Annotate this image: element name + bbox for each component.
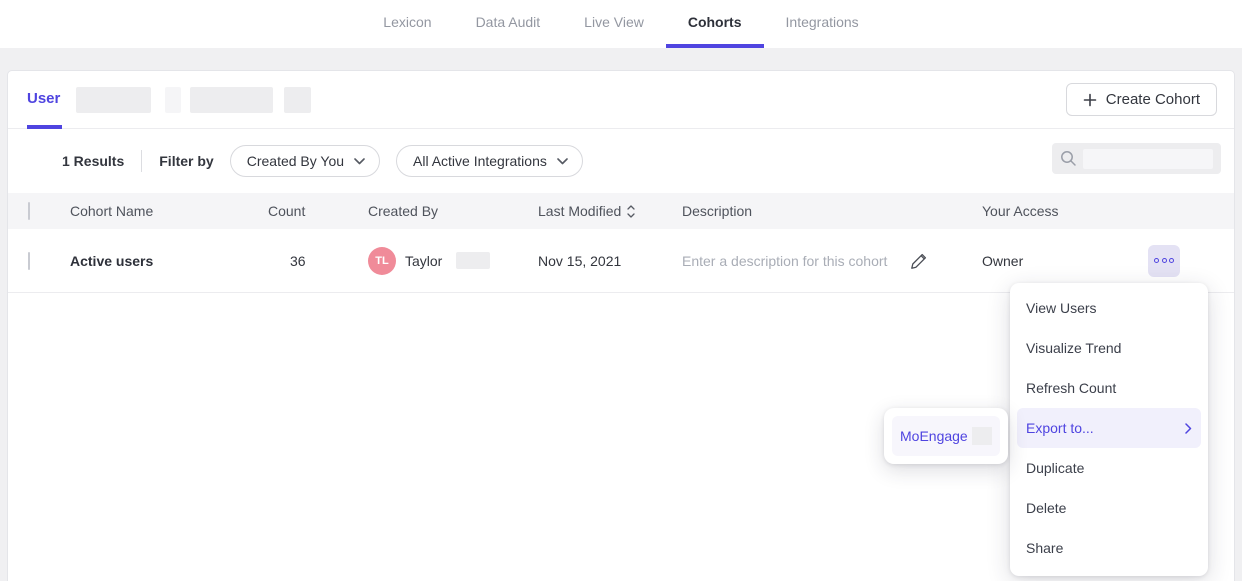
- menu-item-visualize-trend[interactable]: Visualize Trend: [1017, 328, 1201, 368]
- redacted-tab: [76, 87, 151, 113]
- export-submenu: MoEngage: [884, 408, 1008, 464]
- chevron-down-icon: [557, 158, 568, 165]
- redacted-tab: [284, 87, 311, 113]
- tab-user[interactable]: User: [27, 71, 62, 129]
- table-header: Cohort Name Count Created By Last Modifi…: [8, 193, 1234, 229]
- integrations-dropdown[interactable]: All Active Integrations: [396, 145, 583, 177]
- menu-item-export-to[interactable]: Export to...: [1017, 408, 1201, 448]
- redacted-search-text: [1083, 149, 1213, 169]
- access-level: Owner: [982, 253, 1148, 269]
- cohort-count: 36: [268, 253, 368, 269]
- search-input[interactable]: [1052, 143, 1221, 174]
- last-modified-date: Nov 15, 2021: [538, 253, 682, 269]
- dots-icon: [1154, 258, 1159, 263]
- menu-item-duplicate[interactable]: Duplicate: [1017, 448, 1201, 488]
- menu-item-refresh-count[interactable]: Refresh Count: [1017, 368, 1201, 408]
- tab-live-view[interactable]: Live View: [562, 0, 666, 48]
- redacted-tab: [165, 87, 181, 113]
- filter-bar: 1 Results Filter by Created By You All A…: [8, 129, 1234, 193]
- cohort-name[interactable]: Active users: [70, 253, 268, 269]
- create-cohort-button[interactable]: Create Cohort: [1066, 83, 1217, 116]
- search-icon: [1060, 150, 1077, 167]
- results-count: 1 Results: [62, 153, 124, 169]
- row-actions-button[interactable]: [1148, 245, 1180, 277]
- tab-lexicon[interactable]: Lexicon: [361, 0, 453, 48]
- col-header-description: Description: [682, 203, 982, 219]
- chevron-right-icon: [1185, 423, 1192, 434]
- filter-by-label: Filter by: [159, 153, 213, 169]
- tab-integrations[interactable]: Integrations: [764, 0, 881, 48]
- sort-icon: [627, 205, 635, 218]
- redacted-tab: [190, 87, 273, 113]
- created-by-dropdown[interactable]: Created By You: [230, 145, 380, 177]
- created-by-dropdown-value: Created By You: [247, 153, 344, 169]
- col-header-created-by: Created By: [368, 203, 538, 219]
- top-navigation: Lexicon Data Audit Live View Cohorts Int…: [0, 0, 1242, 48]
- divider: [141, 150, 142, 172]
- submenu-item-moengage[interactable]: MoEngage: [892, 416, 1000, 456]
- redacted-surname: [456, 252, 490, 269]
- avatar: TL: [368, 247, 396, 275]
- row-actions-menu: View Users Visualize Trend Refresh Count…: [1010, 283, 1208, 576]
- col-header-last-modified[interactable]: Last Modified: [538, 203, 682, 219]
- cohort-type-tabs: User Create Cohort: [8, 71, 1234, 129]
- description-placeholder[interactable]: Enter a description for this cohort: [682, 253, 887, 269]
- menu-item-delete[interactable]: Delete: [1017, 488, 1201, 528]
- create-cohort-label: Create Cohort: [1106, 91, 1200, 108]
- redacted-submenu-text: [972, 427, 992, 445]
- created-by-name: Taylor: [405, 253, 442, 269]
- chevron-down-icon: [354, 158, 365, 165]
- col-header-your-access: Your Access: [982, 203, 1148, 219]
- description-cell: Enter a description for this cohort: [682, 251, 982, 271]
- row-checkbox[interactable]: [28, 252, 30, 270]
- created-by-cell: TL Taylor: [368, 247, 538, 275]
- menu-item-view-users[interactable]: View Users: [1017, 288, 1201, 328]
- integrations-dropdown-value: All Active Integrations: [413, 153, 547, 169]
- pencil-icon: [909, 251, 929, 271]
- plus-icon: [1083, 93, 1097, 107]
- tab-data-audit[interactable]: Data Audit: [454, 0, 563, 48]
- col-header-cohort-name: Cohort Name: [70, 203, 268, 219]
- edit-description-button[interactable]: [909, 251, 929, 271]
- tab-cohorts[interactable]: Cohorts: [666, 0, 764, 48]
- menu-item-share[interactable]: Share: [1017, 528, 1201, 568]
- select-all-checkbox[interactable]: [28, 202, 30, 220]
- col-header-count: Count: [268, 203, 368, 219]
